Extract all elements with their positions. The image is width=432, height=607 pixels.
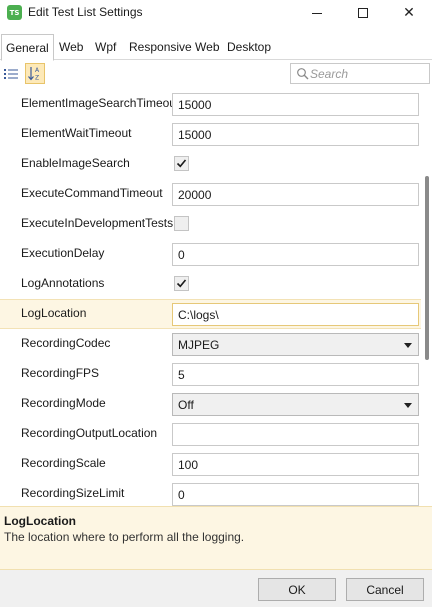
svg-text:Z: Z [35, 75, 39, 82]
property-name: ExecuteCommandTimeout [21, 186, 163, 200]
dropdown-value: Off [178, 398, 194, 412]
dropdown-arrow-icon [404, 403, 412, 408]
sort-az-icon: A Z [28, 67, 40, 82]
property-value-input[interactable] [172, 453, 419, 476]
property-dropdown[interactable]: MJPEG [172, 333, 419, 356]
property-name: ExecuteInDevelopmentTests [21, 216, 174, 230]
property-row: RecordingSizeLimit [0, 479, 421, 506]
property-row: RecordingOutputLocation [0, 419, 421, 449]
tab-strip: General Web Wpf Responsive Web Desktop [0, 34, 432, 61]
property-row: RecordingCodec MJPEG [0, 329, 421, 359]
property-checkbox[interactable] [174, 216, 189, 231]
tab-desktop[interactable]: Desktop [227, 34, 271, 60]
property-row: ElementWaitTimeout [0, 119, 421, 149]
property-row: EnableImageSearch [0, 149, 421, 179]
property-name: RecordingSizeLimit [21, 486, 125, 500]
list-icon [4, 68, 18, 79]
property-grid: ElementImageSearchTimeout ElementWaitTim… [0, 89, 432, 506]
description-text: The location where to perform all the lo… [4, 530, 245, 544]
search-icon [297, 68, 309, 80]
svg-text:A: A [35, 67, 40, 74]
close-icon: ✕ [403, 5, 415, 21]
property-row: RecordingFPS [0, 359, 421, 389]
property-checkbox[interactable] [174, 276, 189, 291]
description-title: LogLocation [4, 514, 76, 528]
property-value-input[interactable] [172, 423, 419, 446]
property-value-input[interactable] [172, 303, 419, 326]
property-row-selected: LogLocation [0, 299, 421, 329]
property-name: LogLocation [21, 306, 87, 320]
maximize-icon [358, 8, 368, 18]
checkmark-icon [176, 159, 187, 168]
app-icon: TS [7, 5, 22, 20]
close-button[interactable]: ✕ [386, 0, 432, 26]
tab-wpf[interactable]: Wpf [95, 34, 116, 60]
categorized-view-button[interactable] [1, 63, 21, 84]
property-row: RecordingScale [0, 449, 421, 479]
scrollbar-thumb[interactable] [425, 176, 429, 360]
property-row: ExecutionDelay [0, 239, 421, 269]
toolbar: A Z [0, 60, 432, 89]
window-title: Edit Test List Settings [28, 5, 143, 19]
property-row: ElementImageSearchTimeout [0, 89, 421, 119]
dropdown-arrow-icon [404, 343, 412, 348]
description-panel: LogLocation The location where to perfor… [0, 506, 432, 570]
property-row: ExecuteCommandTimeout [0, 179, 421, 209]
property-value-input[interactable] [172, 363, 419, 386]
property-name: ExecutionDelay [21, 246, 105, 260]
property-checkbox[interactable] [174, 156, 189, 171]
property-name: RecordingOutputLocation [21, 426, 158, 440]
dialog-footer: OK Cancel [0, 570, 432, 607]
property-row: ExecuteInDevelopmentTests [0, 209, 421, 239]
property-name: ElementWaitTimeout [21, 126, 132, 140]
property-value-input[interactable] [172, 93, 419, 116]
search-box[interactable] [290, 63, 430, 84]
property-value-input[interactable] [172, 123, 419, 146]
property-name: ElementImageSearchTimeout [21, 96, 180, 110]
minimize-button[interactable] [294, 0, 340, 26]
property-name: RecordingMode [21, 396, 106, 410]
alphabetical-view-button[interactable]: A Z [25, 63, 45, 84]
property-value-input[interactable] [172, 183, 419, 206]
property-dropdown[interactable]: Off [172, 393, 419, 416]
cancel-button[interactable]: Cancel [346, 578, 424, 601]
tab-web[interactable]: Web [59, 34, 83, 60]
ok-button[interactable]: OK [258, 578, 336, 601]
property-name: RecordingScale [21, 456, 106, 470]
property-name: LogAnnotations [21, 276, 105, 290]
tab-responsive-web[interactable]: Responsive Web [129, 34, 220, 60]
checkmark-icon [176, 279, 187, 288]
property-row: RecordingMode Off [0, 389, 421, 419]
property-value-input[interactable] [172, 243, 419, 266]
property-row: LogAnnotations [0, 269, 421, 299]
maximize-button[interactable] [340, 0, 386, 26]
dropdown-value: MJPEG [178, 338, 220, 352]
property-name: RecordingCodec [21, 336, 111, 350]
title-bar: TS Edit Test List Settings ✕ [0, 0, 432, 26]
search-input[interactable] [310, 65, 425, 82]
vertical-scrollbar[interactable] [421, 89, 432, 506]
minimize-icon [312, 12, 322, 14]
tab-general[interactable]: General [1, 34, 54, 61]
property-name: RecordingFPS [21, 366, 100, 380]
property-value-input[interactable] [172, 483, 419, 506]
property-name: EnableImageSearch [21, 156, 130, 170]
